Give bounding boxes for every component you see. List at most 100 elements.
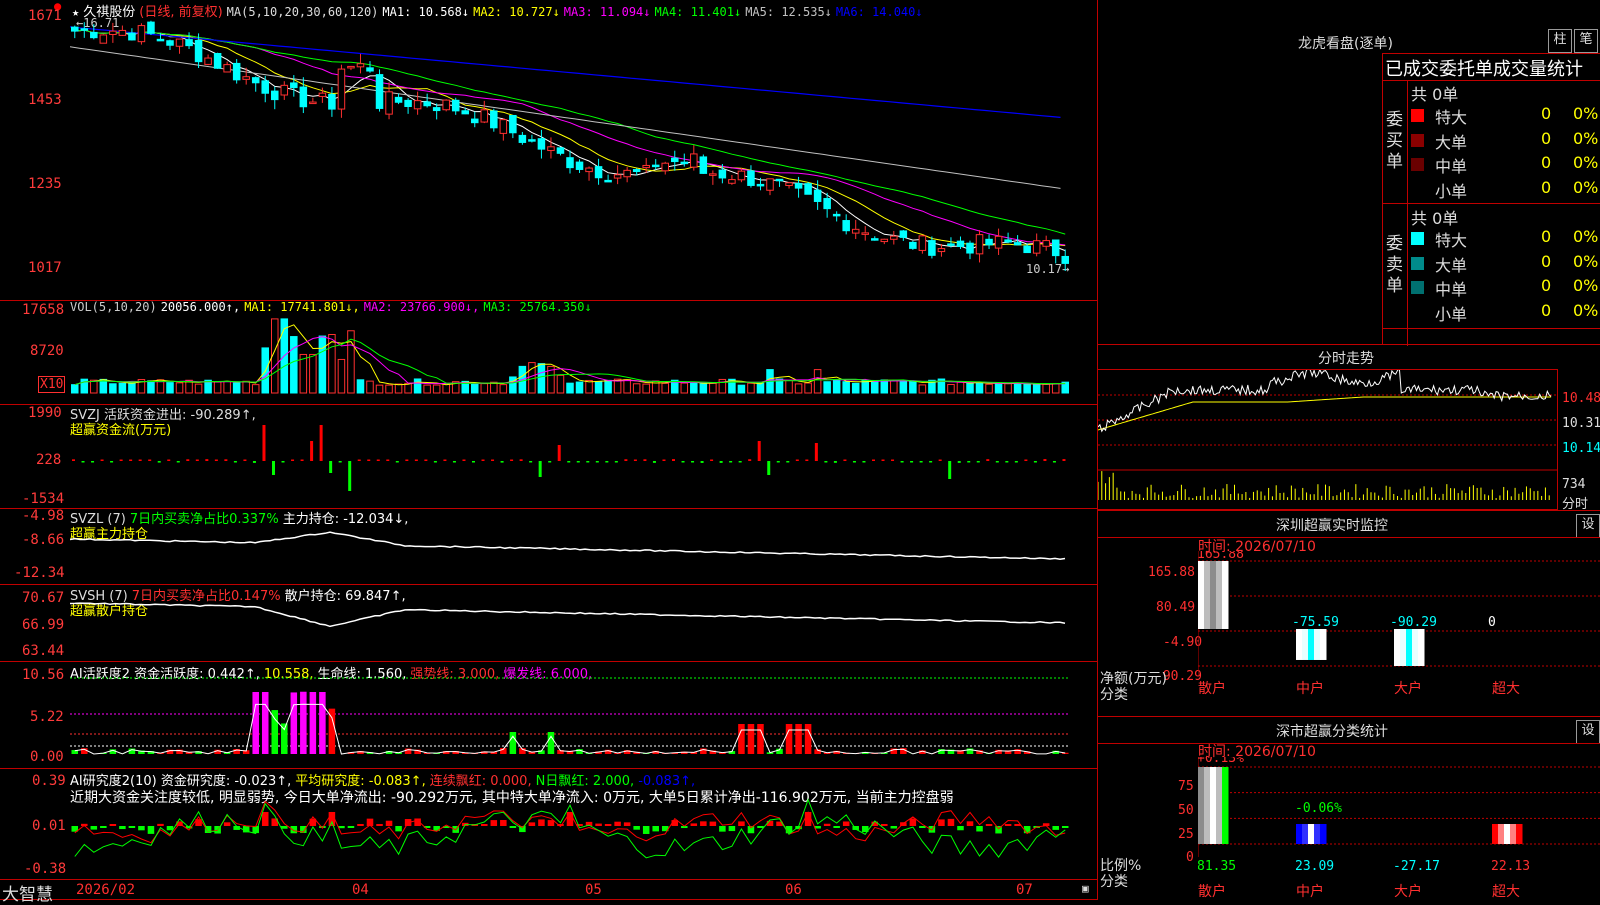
candle-body bbox=[767, 179, 774, 190]
ai-research-panel[interactable]: 0.39 0.01 -0.38 AI研究度2(10) 资金研究度: -0.023… bbox=[0, 768, 1098, 880]
candle-body bbox=[614, 175, 621, 178]
candle-body bbox=[243, 77, 250, 80]
svzl-chart-svg[interactable] bbox=[70, 513, 1092, 585]
volume-bar bbox=[881, 380, 888, 393]
category-swatch bbox=[1411, 158, 1424, 171]
volume-bar bbox=[1024, 384, 1031, 393]
research-bar bbox=[643, 826, 650, 834]
svsh-chart-svg[interactable] bbox=[70, 589, 1092, 662]
research-bar bbox=[510, 826, 517, 828]
main-chart-area[interactable]: ● 1671 1453 1235 1017 ★久祺股份(日线, 前复权)MA(5… bbox=[0, 0, 1098, 900]
price-panel[interactable]: ● 1671 1453 1235 1017 ★久祺股份(日线, 前复权)MA(5… bbox=[0, 0, 1098, 301]
research-bar bbox=[91, 826, 98, 830]
research-bar bbox=[595, 824, 602, 826]
intraday-panel[interactable]: 分时走势 10.48 10.31 10.14 734 分时 bbox=[1098, 345, 1600, 511]
fund-flow-bar bbox=[91, 461, 94, 463]
volume-bar bbox=[872, 381, 879, 393]
volume-chart-svg[interactable] bbox=[70, 315, 1092, 405]
category-bar-part bbox=[1516, 824, 1523, 844]
candle-body bbox=[595, 167, 602, 178]
ai-research-chart-svg[interactable] bbox=[70, 783, 1092, 880]
svzj-panel[interactable]: 1990 228 -1534 SVZJ 活跃资金进出: -90.289↑, 超赢… bbox=[0, 404, 1098, 509]
fund-flow-bar bbox=[1034, 461, 1037, 463]
price-axis-label: 1453 bbox=[28, 92, 62, 108]
candle-body bbox=[310, 102, 317, 104]
activity-bar bbox=[252, 692, 259, 754]
category-swatch bbox=[1411, 281, 1424, 294]
svzj-chart-svg[interactable] bbox=[70, 409, 1092, 509]
research-bar bbox=[157, 824, 164, 826]
volume-panel[interactable]: 17658 8720 X10 VOL(5,10,20)20056.000↑,MA… bbox=[0, 300, 1098, 405]
candle-body bbox=[414, 101, 421, 109]
sz-monitor-chart-svg[interactable]: 165.88散户-75.59中户-90.29大户0超大 bbox=[1198, 551, 1600, 716]
volume-bar bbox=[72, 385, 79, 393]
fund-flow-bar bbox=[158, 461, 161, 463]
lock-icon[interactable]: ▣ bbox=[1082, 882, 1089, 895]
sz-monitor-panel[interactable]: 深圳超赢实时监控 设 时间: 2026/07/10 165.88 80.49 -… bbox=[1098, 511, 1600, 717]
ai-active-chart-svg[interactable] bbox=[70, 676, 1092, 769]
price-chart-svg[interactable] bbox=[70, 14, 1092, 299]
fund-flow-bar bbox=[824, 461, 827, 463]
category-label: 大户 bbox=[1394, 680, 1422, 697]
candle-body bbox=[567, 158, 574, 168]
volume-bar bbox=[595, 382, 602, 393]
category-bar-part bbox=[1296, 629, 1303, 660]
category-percent: 0% bbox=[1573, 227, 1598, 246]
candle-body bbox=[672, 158, 679, 161]
volume-bar bbox=[605, 380, 612, 393]
fund-flow-bar bbox=[834, 461, 837, 463]
fund-flow-bar bbox=[72, 459, 75, 461]
candle-body bbox=[738, 171, 745, 180]
bar-value-label: 23.09 bbox=[1295, 859, 1334, 874]
ai-active-panel[interactable]: 10.56 5.22 0.00 AI活跃度2 资金活跃度: 0.442↑,10.… bbox=[0, 661, 1098, 769]
fund-flow-bar bbox=[567, 461, 570, 463]
activity-bar bbox=[757, 724, 764, 754]
sz-class-settings-button[interactable]: 设 bbox=[1576, 720, 1600, 744]
fund-flow-bar bbox=[472, 461, 475, 463]
fund-flow-bar bbox=[967, 461, 970, 463]
fund-flow-bar bbox=[1005, 461, 1008, 463]
candle-body bbox=[900, 231, 907, 237]
intraday-price-line bbox=[1098, 370, 1551, 431]
candle-body bbox=[1014, 243, 1021, 245]
fund-flow-bar bbox=[748, 459, 751, 461]
fund-flow-bar bbox=[405, 460, 408, 462]
volume-bar bbox=[424, 385, 431, 393]
sz-class-xlabel: 分类 bbox=[1100, 871, 1128, 891]
research-bar bbox=[262, 812, 269, 826]
bar-mode-button[interactable]: 柱 bbox=[1548, 29, 1572, 53]
candle-body bbox=[195, 41, 202, 62]
candle-body bbox=[757, 184, 764, 186]
candle-body bbox=[548, 147, 555, 151]
category-bar-part bbox=[1308, 824, 1315, 844]
candle-body bbox=[472, 119, 479, 123]
candle-body bbox=[81, 29, 88, 31]
research-bar bbox=[538, 819, 545, 826]
research-bar bbox=[386, 821, 393, 826]
sz-class-chart-svg[interactable]: 81.35散户23.09中户-27.17大户22.13超大+0.13%-0.06… bbox=[1198, 757, 1600, 900]
fund-flow-bar bbox=[224, 459, 227, 461]
activity-bar bbox=[738, 724, 745, 754]
volume-bar bbox=[624, 380, 631, 393]
fund-flow-bar bbox=[396, 461, 399, 463]
volume-bar bbox=[395, 384, 402, 393]
fund-flow-bar bbox=[253, 461, 256, 463]
activity-bar bbox=[310, 692, 317, 754]
fund-flow-bar bbox=[186, 459, 189, 461]
intraday-chart-svg[interactable] bbox=[1098, 370, 1558, 510]
sz-monitor-xlabel: 分类 bbox=[1100, 684, 1128, 704]
category-swatch bbox=[1411, 109, 1424, 122]
fund-flow-bar bbox=[1024, 460, 1027, 462]
sz-class-panel[interactable]: 深市超赢分类统计 设 时间: 2026/07/10 75 50 25 0 比例%… bbox=[1098, 717, 1600, 900]
volume-ma-line bbox=[75, 337, 1065, 385]
fund-flow-bar bbox=[1062, 459, 1065, 461]
candle-body bbox=[376, 75, 383, 109]
svsh-panel[interactable]: 70.67 66.99 63.44 SVSH (7)7日内买卖净占比0.147%… bbox=[0, 584, 1098, 662]
category-bar-part bbox=[1216, 767, 1223, 844]
svzl-panel[interactable]: -4.98 -8.66 -12.34 SVZL (7)7日内买卖净占比0.337… bbox=[0, 508, 1098, 585]
sz-monitor-settings-button[interactable]: 设 bbox=[1576, 514, 1600, 538]
category-bar-part bbox=[1406, 629, 1413, 666]
candle-body bbox=[214, 54, 221, 69]
tick-mode-button[interactable]: 笔 bbox=[1574, 29, 1598, 53]
vol-legend-ma1: MA1: 17741.801↓, bbox=[244, 300, 360, 314]
